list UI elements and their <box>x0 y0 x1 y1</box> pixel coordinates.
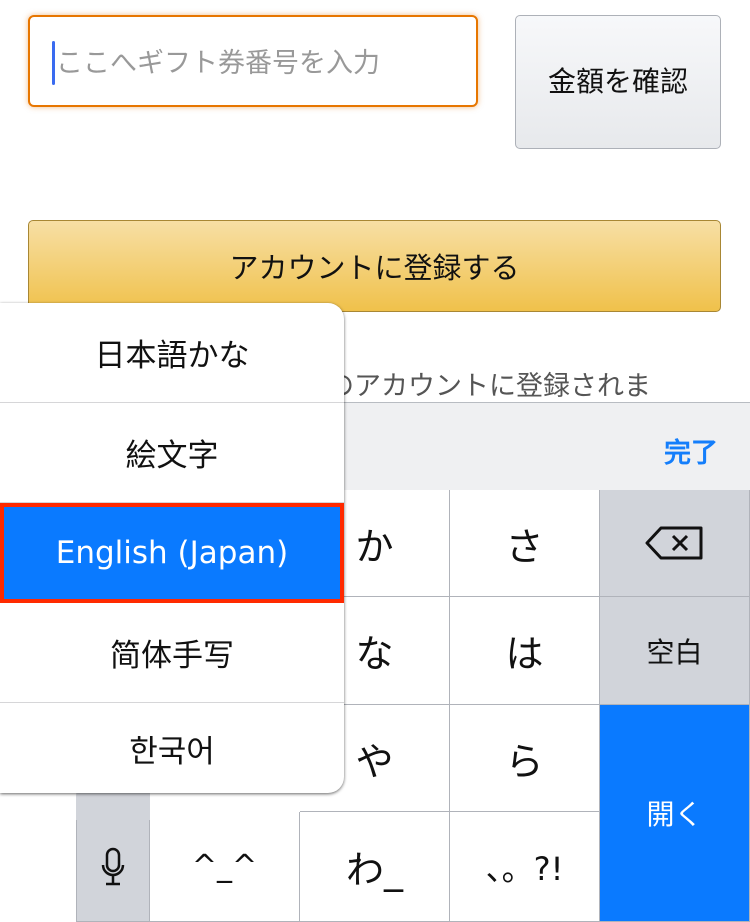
registration-note-text: 様のアカウントに登録されま <box>300 371 651 402</box>
check-amount-button[interactable]: 金額を確認 <box>515 15 721 149</box>
key-punctuation[interactable]: 、。?! <box>450 812 600 922</box>
delete-key[interactable] <box>600 490 750 597</box>
gift-card-input[interactable] <box>28 15 478 107</box>
language-item-chinese-handwriting[interactable]: 简体手写 <box>0 603 344 703</box>
key-ra[interactable]: ら <box>450 705 600 812</box>
gift-card-field[interactable] <box>56 35 456 91</box>
dictation-key[interactable] <box>76 812 150 922</box>
language-item-korean[interactable]: 한국어 <box>0 703 344 793</box>
register-to-account-button[interactable]: アカウントに登録する <box>28 220 721 312</box>
microphone-icon <box>101 847 125 885</box>
registration-note: 様のアカウントに登録されま <box>300 364 730 403</box>
key-emoticon[interactable]: ^_^ <box>150 812 300 922</box>
return-key[interactable]: 開く <box>600 705 750 922</box>
language-menu: 日本語かな 絵文字 English (Japan) 简体手写 한국어 <box>0 303 344 793</box>
key-ha[interactable]: は <box>450 597 600 705</box>
backspace-icon <box>645 526 702 560</box>
language-item-english-japan[interactable]: English (Japan) <box>0 503 344 603</box>
key-sa[interactable]: さ <box>450 490 600 597</box>
text-caret <box>52 41 55 85</box>
space-key[interactable]: 空白 <box>600 597 750 705</box>
done-button[interactable]: 完了 <box>664 431 718 470</box>
language-item-emoji[interactable]: 絵文字 <box>0 403 344 503</box>
key-wa[interactable]: わ_ <box>300 812 450 922</box>
language-item-japanese-kana[interactable]: 日本語かな <box>0 303 344 403</box>
